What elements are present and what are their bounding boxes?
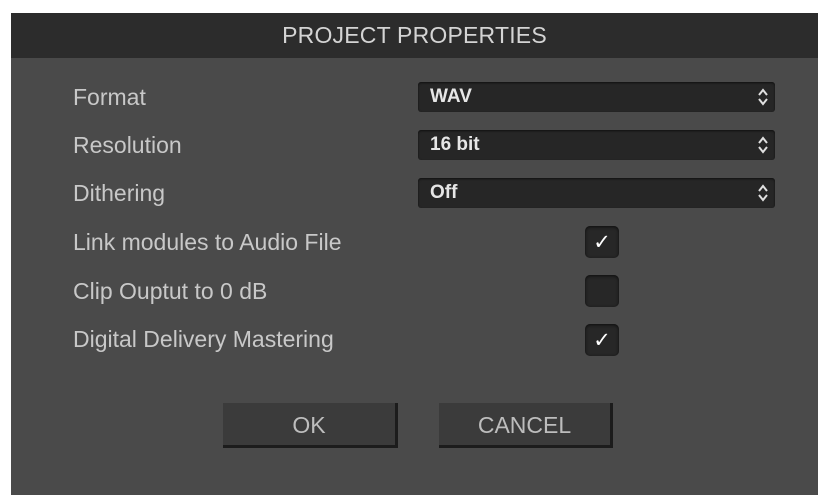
updown-chevron-icon (758, 88, 768, 106)
format-label: Format (73, 84, 146, 110)
format-select[interactable]: WAV (418, 82, 775, 112)
resolution-select[interactable]: 16 bit (418, 130, 775, 160)
digital-delivery-checkbox[interactable]: ✓ (585, 324, 619, 356)
checkmark-icon: ✓ (593, 230, 611, 254)
updown-chevron-icon (758, 136, 768, 154)
clip-output-checkbox[interactable] (585, 275, 619, 307)
resolution-label: Resolution (73, 132, 182, 158)
digital-delivery-label: Digital Delivery Mastering (73, 326, 334, 352)
cancel-button[interactable]: CANCEL (439, 403, 613, 448)
project-properties-dialog: PROJECT PROPERTIES Format WAV Resolution… (11, 13, 818, 495)
format-value: WAV (430, 86, 472, 107)
dithering-value: Off (430, 182, 458, 203)
updown-chevron-icon (758, 184, 768, 202)
checkmark-icon: ✓ (593, 328, 611, 352)
dithering-select[interactable]: Off (418, 178, 775, 208)
dialog-title: PROJECT PROPERTIES (11, 13, 818, 58)
resolution-value: 16 bit (430, 134, 480, 155)
ok-button[interactable]: OK (223, 403, 398, 448)
clip-output-label: Clip Ouptut to 0 dB (73, 278, 268, 304)
dithering-label: Dithering (73, 180, 166, 206)
link-modules-checkbox[interactable]: ✓ (585, 226, 619, 258)
link-modules-label: Link modules to Audio File (73, 229, 342, 255)
